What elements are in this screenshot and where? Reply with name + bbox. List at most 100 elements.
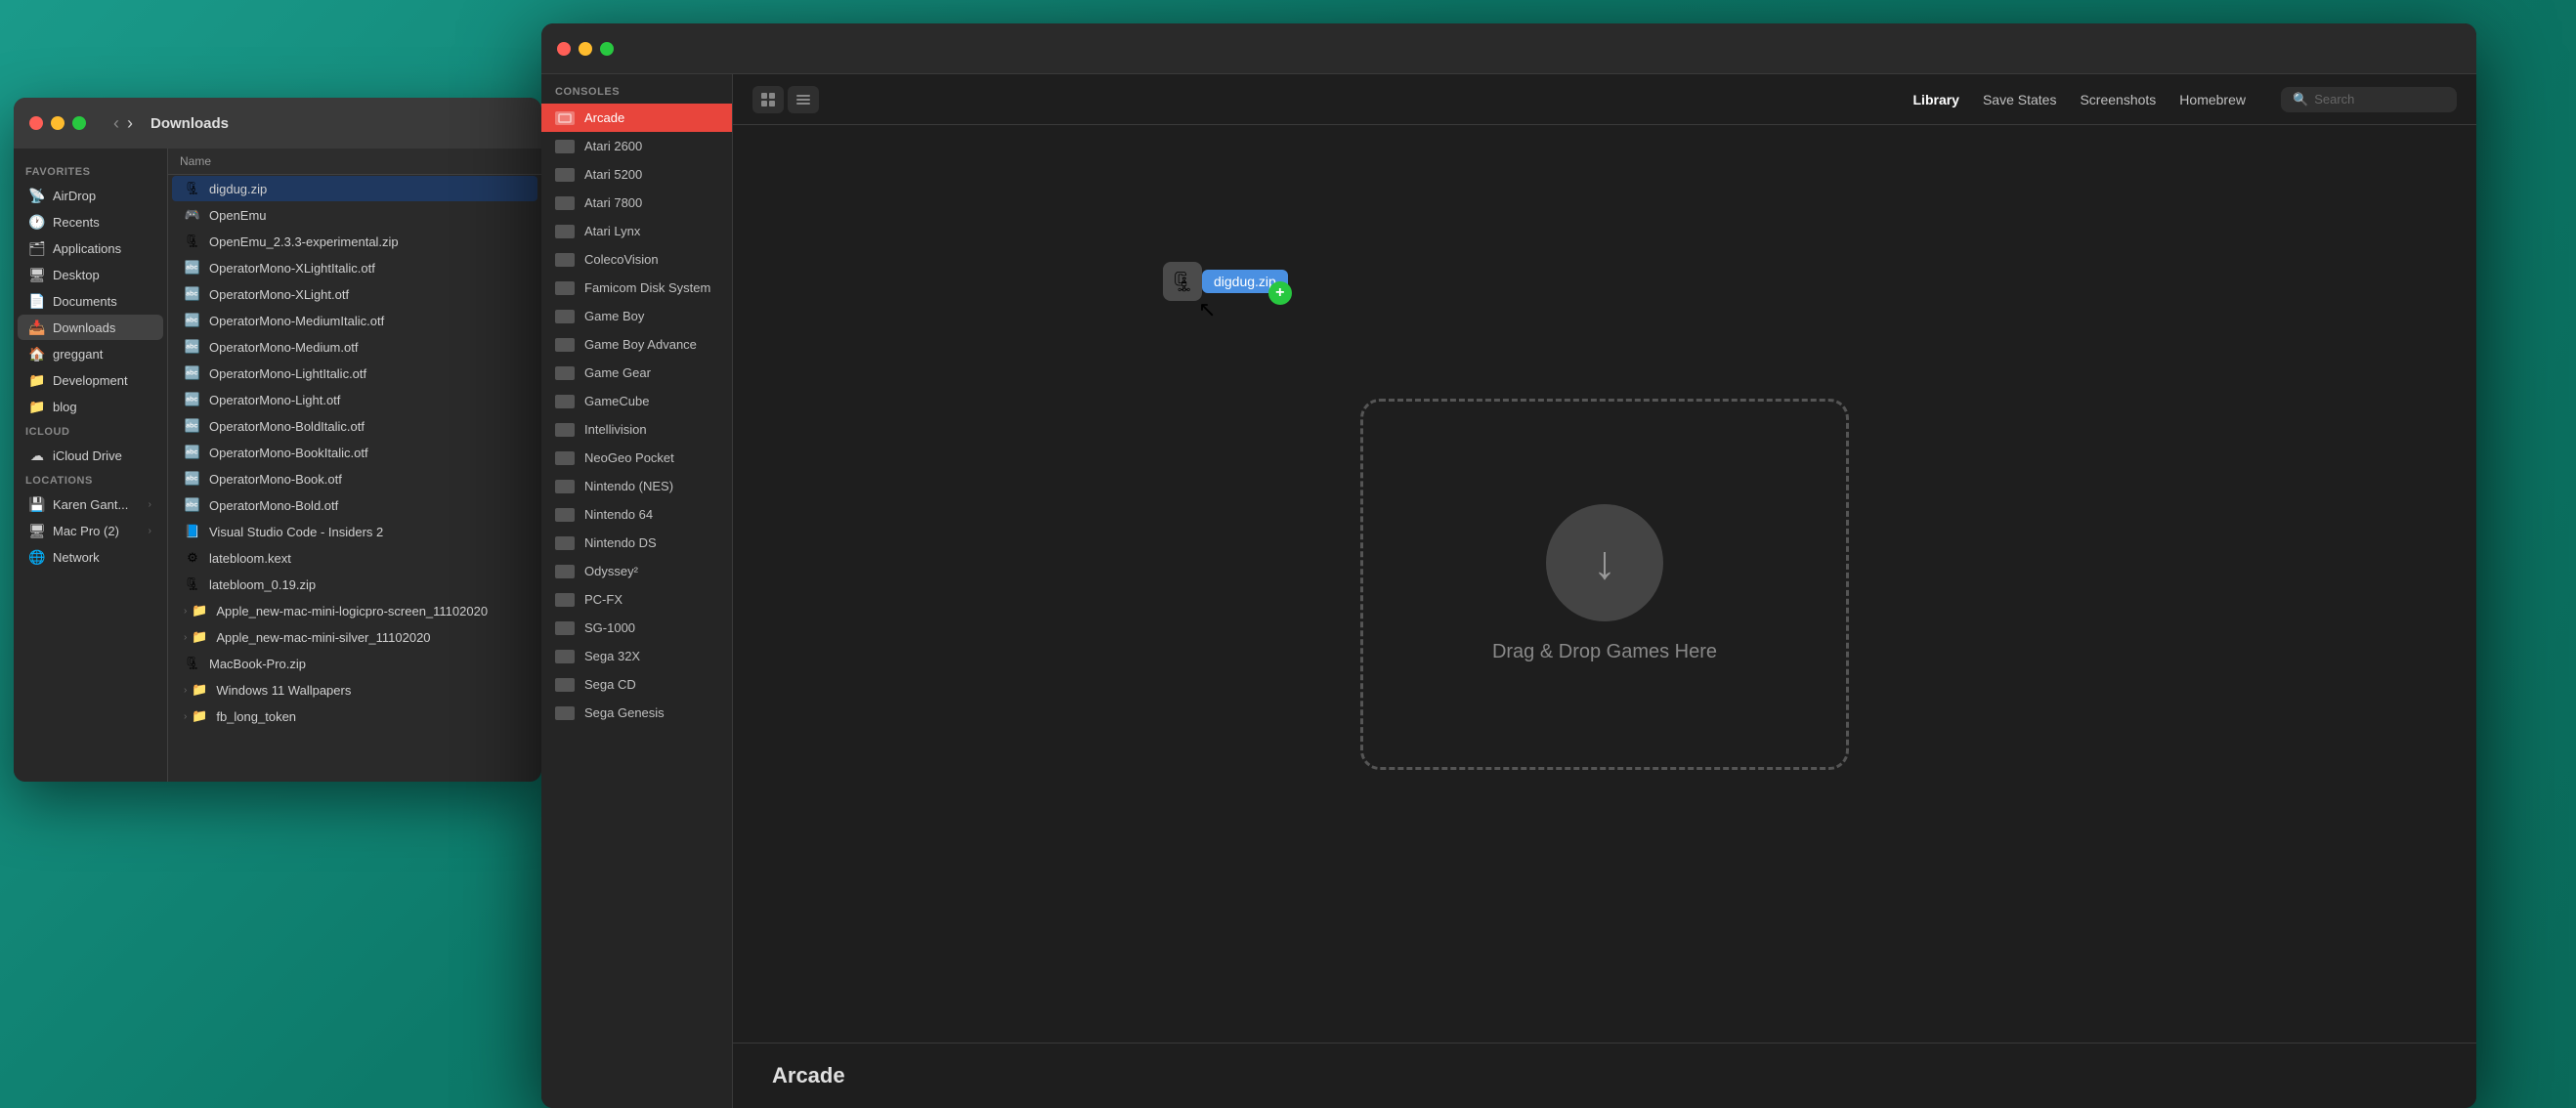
maximize-button[interactable] (72, 116, 86, 130)
file-item-op-medium[interactable]: 🔤 OperatorMono-Medium.otf (172, 334, 537, 360)
kext-icon: ⚙ (184, 549, 201, 567)
file-item-op-bookitalic[interactable]: 🔤 OperatorMono-BookItalic.otf (172, 440, 537, 465)
console-item-game-boy[interactable]: Game Boy (541, 302, 732, 330)
game-gear-icon (555, 366, 575, 380)
network-icon: 🌐 (29, 549, 45, 565)
computer-icon: 🖥 (29, 523, 45, 538)
console-label: Game Boy Advance (584, 337, 697, 352)
finder-window: ‹ › Downloads Favorites 📡 AirDrop 🕐 Rece… (14, 98, 541, 782)
desktop-icon: 🖥 (29, 267, 45, 282)
nav-homebrew[interactable]: Homebrew (2179, 88, 2246, 111)
sidebar-item-documents[interactable]: 📄 Documents (18, 288, 163, 314)
console-item-sega-genesis[interactable]: Sega Genesis (541, 699, 732, 727)
console-item-atari-lynx[interactable]: Atari Lynx (541, 217, 732, 245)
file-item-apple-silver[interactable]: › 📁 Apple_new-mac-mini-silver_11102020 (172, 624, 537, 650)
console-item-neogeo-pocket[interactable]: NeoGeo Pocket (541, 444, 732, 472)
sidebar-item-icloud-drive[interactable]: ☁ iCloud Drive (18, 443, 163, 468)
console-item-odyssey2[interactable]: Odyssey² (541, 557, 732, 585)
atari-2600-icon (555, 140, 575, 153)
file-item-vscode[interactable]: 📘 Visual Studio Code - Insiders 2 (172, 519, 537, 544)
library-section-title: Arcade (772, 1063, 845, 1087)
openemu-maximize-button[interactable] (600, 42, 614, 56)
console-item-gamecube[interactable]: GameCube (541, 387, 732, 415)
downloads-icon: 📥 (29, 320, 45, 335)
console-item-atari-2600[interactable]: Atari 2600 (541, 132, 732, 160)
close-button[interactable] (29, 116, 43, 130)
sidebar-item-greggant[interactable]: 🏠 greggant (18, 341, 163, 366)
openemu-minimize-button[interactable] (579, 42, 592, 56)
sidebar-item-applications[interactable]: 🗂 Applications (18, 235, 163, 261)
file-name: OperatorMono-Light.otf (209, 393, 340, 407)
file-item-fb-long[interactable]: › 📁 fb_long_token (172, 703, 537, 729)
nav-library[interactable]: Library (1913, 88, 1959, 111)
sidebar-item-downloads[interactable]: 📥 Downloads (18, 315, 163, 340)
file-item-openemu[interactable]: 🎮 OpenEmu (172, 202, 537, 228)
file-item-op-xlight[interactable]: 🔤 OperatorMono-XLight.otf (172, 281, 537, 307)
sidebar-item-airdrop[interactable]: 📡 AirDrop (18, 183, 163, 208)
console-label: SG-1000 (584, 620, 635, 635)
console-item-nintendo-nes[interactable]: Nintendo (NES) (541, 472, 732, 500)
file-item-op-meditalic[interactable]: 🔤 OperatorMono-MediumItalic.otf (172, 308, 537, 333)
file-item-op-light[interactable]: 🔤 OperatorMono-Light.otf (172, 387, 537, 412)
console-item-intellivision[interactable]: Intellivision (541, 415, 732, 444)
file-item-latebloom-kext[interactable]: ⚙ latebloom.kext (172, 545, 537, 571)
grid-view-button[interactable] (752, 86, 784, 113)
sidebar-item-recents[interactable]: 🕐 Recents (18, 209, 163, 234)
file-item-windows-wallpapers[interactable]: › 📁 Windows 11 Wallpapers (172, 677, 537, 703)
list-view-button[interactable] (788, 86, 819, 113)
console-item-game-boy-advance[interactable]: Game Boy Advance (541, 330, 732, 359)
drive-icon: 💾 (29, 496, 45, 512)
sidebar-item-development[interactable]: 📁 Development (18, 367, 163, 393)
file-item-op-lightitalic[interactable]: 🔤 OperatorMono-LightItalic.otf (172, 361, 537, 386)
file-item-apple-logicpro[interactable]: › 📁 Apple_new-mac-mini-logicpro-screen_1… (172, 598, 537, 623)
back-arrow-icon[interactable]: ‹ (113, 113, 119, 134)
console-item-famicom-disk[interactable]: Famicom Disk System (541, 274, 732, 302)
console-item-game-gear[interactable]: Game Gear (541, 359, 732, 387)
console-item-sega-cd[interactable]: Sega CD (541, 670, 732, 699)
console-item-sega-32x[interactable]: Sega 32X (541, 642, 732, 670)
console-item-atari-5200[interactable]: Atari 5200 (541, 160, 732, 189)
zip-icon: 🗜 (184, 575, 201, 593)
sidebar-item-karen-gant[interactable]: 💾 Karen Gant... › (18, 491, 163, 517)
sidebar-item-label: Desktop (53, 268, 100, 282)
console-item-atari-7800[interactable]: Atari 7800 (541, 189, 732, 217)
drop-arrow-icon: ↓ (1593, 536, 1616, 590)
console-item-colecovision[interactable]: ColecoVision (541, 245, 732, 274)
zip-icon: 🗜 (184, 233, 201, 250)
file-item-latebloom-zip[interactable]: 🗜 latebloom_0.19.zip (172, 572, 537, 597)
icloud-section-label: iCloud (14, 420, 167, 442)
file-item-digdug[interactable]: 🗜 digdug.zip (172, 176, 537, 201)
console-label: Atari 5200 (584, 167, 642, 182)
file-item-op-xlightitalic[interactable]: 🔤 OperatorMono-XLightItalic.otf (172, 255, 537, 280)
file-item-macbook-zip[interactable]: 🗜 MacBook-Pro.zip (172, 651, 537, 676)
console-item-arcade[interactable]: Arcade (541, 104, 732, 132)
file-item-openemu-zip[interactable]: 🗜 OpenEmu_2.3.3-experimental.zip (172, 229, 537, 254)
nav-save-states[interactable]: Save States (1983, 88, 2057, 111)
sidebar-item-blog[interactable]: 📁 blog (18, 394, 163, 419)
file-name: OperatorMono-MediumItalic.otf (209, 314, 384, 328)
sidebar-item-network[interactable]: 🌐 Network (18, 544, 163, 570)
forward-arrow-icon[interactable]: › (127, 113, 133, 134)
sidebar-item-mac-pro[interactable]: 🖥 Mac Pro (2) › (18, 518, 163, 543)
openemu-titlebar (541, 23, 2476, 74)
console-label: Odyssey² (584, 564, 638, 578)
console-item-nintendo-ds[interactable]: Nintendo DS (541, 529, 732, 557)
nav-screenshots[interactable]: Screenshots (2080, 88, 2156, 111)
famicom-disk-icon (555, 281, 575, 295)
font-icon: 🔤 (184, 259, 201, 277)
console-item-nintendo-64[interactable]: Nintendo 64 (541, 500, 732, 529)
openemu-close-button[interactable] (557, 42, 571, 56)
file-item-op-book[interactable]: 🔤 OperatorMono-Book.otf (172, 466, 537, 491)
sidebar-item-label: Development (53, 373, 128, 388)
sidebar-item-desktop[interactable]: 🖥 Desktop (18, 262, 163, 287)
gamecube-icon (555, 395, 575, 408)
search-input[interactable] (2314, 92, 2445, 107)
nintendo-64-icon (555, 508, 575, 522)
console-item-sg-1000[interactable]: SG-1000 (541, 614, 732, 642)
console-item-pc-fx[interactable]: PC-FX (541, 585, 732, 614)
drop-zone-box[interactable]: ↓ Drag & Drop Games Here (1360, 399, 1849, 770)
minimize-button[interactable] (51, 116, 64, 130)
app-icon: 🎮 (184, 206, 201, 224)
file-item-op-bolditalic[interactable]: 🔤 OperatorMono-BoldItalic.otf (172, 413, 537, 439)
file-item-op-bold[interactable]: 🔤 OperatorMono-Bold.otf (172, 492, 537, 518)
